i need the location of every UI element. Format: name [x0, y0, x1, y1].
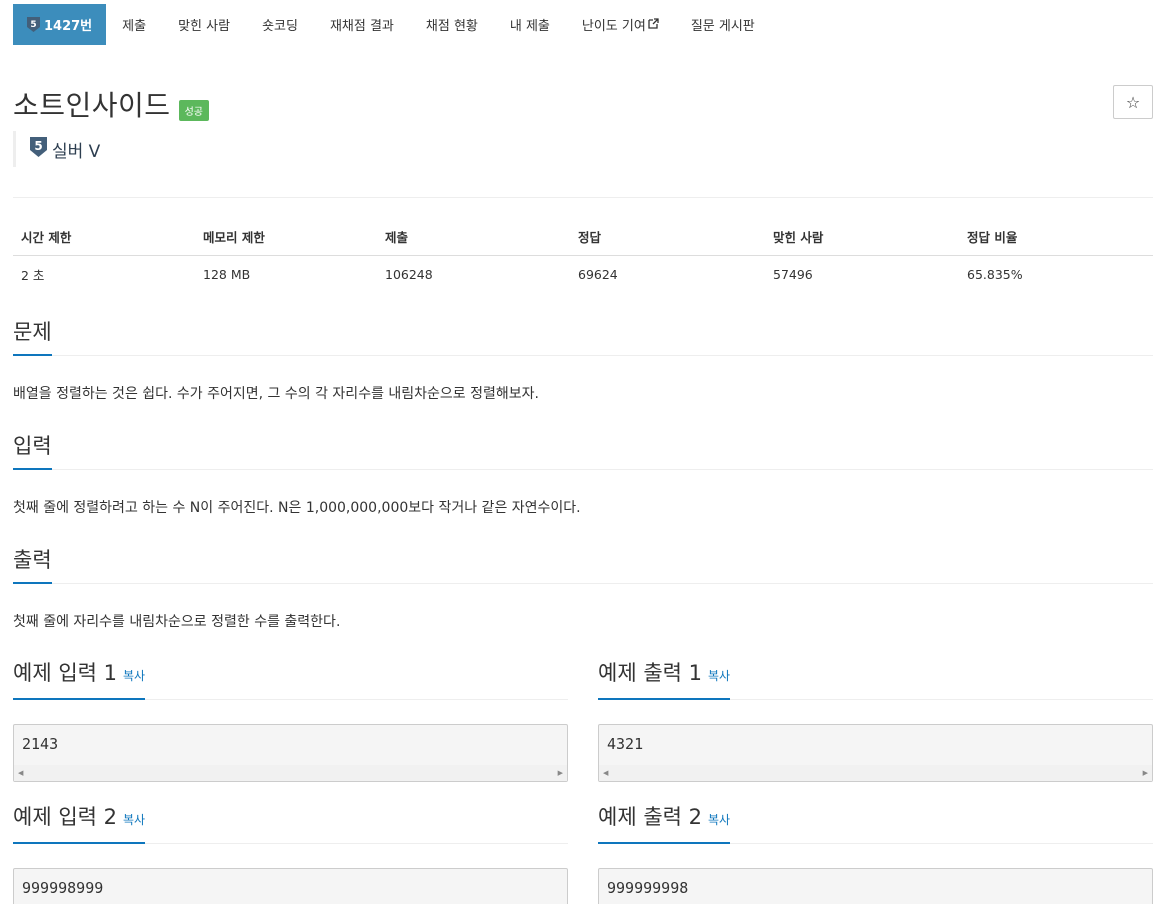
sample-input-1-label: 예제 입력 1: [13, 661, 117, 685]
scroll-right-icon[interactable]: ▶: [1143, 769, 1148, 777]
header-memory-limit: 메모리 제한: [195, 217, 377, 256]
divider: [13, 197, 1153, 198]
sample-output-1-box[interactable]: 4321 ◀ ▶: [598, 724, 1153, 782]
title-row: 소트인사이드 성공: [13, 84, 209, 124]
copy-button[interactable]: 복사: [123, 669, 145, 683]
value-submissions: 106248: [385, 267, 433, 282]
nav-difficulty-contribution[interactable]: 난이도 기여: [566, 4, 675, 45]
sample-output-2-title: 예제 출력 2 복사: [598, 804, 731, 844]
input-section: 입력 첫째 줄에 정렬하려고 하는 수 N이 주어진다. N은 1,000,00…: [13, 432, 1153, 518]
section-headline: 문제: [13, 318, 1153, 356]
horizontal-scrollbar[interactable]: ◀ ▶: [14, 765, 567, 781]
output-section: 출력 첫째 줄에 자리수를 내림차순으로 정렬한 수를 출력한다.: [13, 546, 1153, 632]
copy-button[interactable]: 복사: [708, 669, 730, 683]
tier-label[interactable]: 실버 V: [52, 137, 100, 162]
problem-menu: 5 1427번 제출 맞힌 사람 숏코딩 재채점 결과 채점 현황 내 제출 난…: [13, 4, 771, 45]
nav-submit[interactable]: 제출: [106, 4, 162, 45]
header-submissions: 제출: [377, 217, 570, 256]
nav-difficulty-label: 난이도 기여: [581, 19, 646, 34]
section-headline: 예제 입력 2 복사: [13, 804, 568, 844]
sample-output-2-label: 예제 출력 2: [598, 805, 702, 829]
sample-input-2-title: 예제 입력 2 복사: [13, 804, 146, 844]
sample-input-2-text: 999998999: [22, 879, 104, 897]
section-headline: 예제 출력 1 복사: [598, 660, 1153, 700]
section-headline: 출력: [13, 546, 1153, 584]
copy-button[interactable]: 복사: [708, 813, 730, 827]
bookmark-star-button[interactable]: ☆: [1113, 85, 1153, 119]
nav-short-coding[interactable]: 숏코딩: [246, 4, 314, 45]
input-description: 첫째 줄에 정렬하려고 하는 수 N이 주어진다. N은 1,000,000,0…: [13, 500, 581, 516]
nav-solved-users[interactable]: 맞힌 사람: [162, 4, 246, 45]
table-row: 2 초 128 MB 106248 69624 57496 65.835%: [13, 256, 1153, 294]
section-headline: 예제 입력 1 복사: [13, 660, 568, 700]
section-title-output: 출력: [13, 547, 52, 584]
svg-text:5: 5: [34, 139, 42, 153]
section-headline: 예제 출력 2 복사: [598, 804, 1153, 844]
section-headline: 입력: [13, 432, 1153, 470]
sample-input-1-text: 2143: [22, 735, 59, 753]
problem-info-table: 시간 제한 메모리 제한 제출 정답 맞힌 사람 정답 비율 2 초 128 M…: [13, 217, 1153, 293]
tier-block: 5 실버 V: [13, 131, 100, 167]
horizontal-scrollbar[interactable]: ◀ ▶: [599, 765, 1152, 781]
scroll-right-icon[interactable]: ▶: [558, 769, 563, 777]
sample-input-1-title: 예제 입력 1 복사: [13, 660, 146, 700]
output-description: 첫째 줄에 자리수를 내림차순으로 정렬한 수를 출력한다.: [13, 614, 341, 630]
nav-problem-number[interactable]: 5 1427번: [13, 4, 107, 45]
sample-output-2: 예제 출력 2 복사 999999998: [598, 804, 1153, 904]
value-accept-ratio: 65.835%: [967, 267, 1023, 282]
scroll-left-icon[interactable]: ◀: [18, 769, 23, 777]
problem-description-section: 문제 배열을 정렬하는 것은 쉽다. 수가 주어지면, 그 수의 각 자리수를 …: [13, 318, 1153, 404]
value-time-limit: 2 초: [21, 268, 45, 283]
sample-output-1: 예제 출력 1 복사 4321 ◀ ▶: [598, 660, 1153, 782]
sample-input-2: 예제 입력 2 복사 999998999: [13, 804, 568, 904]
problem-title: 소트인사이드: [13, 89, 171, 122]
header-solved-users: 맞힌 사람: [765, 217, 959, 256]
sample-input-1-box[interactable]: 2143 ◀ ▶: [13, 724, 568, 782]
sample-output-2-text: 999999998: [607, 879, 689, 897]
section-title-input: 입력: [13, 433, 52, 470]
star-icon: ☆: [1125, 92, 1141, 112]
nav-judge-status[interactable]: 채점 현황: [410, 4, 494, 45]
value-memory-limit: 128 MB: [203, 267, 251, 282]
header-accepted: 정답: [570, 217, 765, 256]
sample-output-2-box[interactable]: 999999998: [598, 868, 1153, 904]
header-time-limit: 시간 제한: [13, 217, 195, 256]
nav-question-board[interactable]: 질문 게시판: [675, 4, 771, 45]
sample-input-2-box[interactable]: 999998999: [13, 868, 568, 904]
section-title-problem: 문제: [13, 319, 52, 356]
table-header-row: 시간 제한 메모리 제한 제출 정답 맞힌 사람 정답 비율: [13, 217, 1153, 256]
sample-output-1-text: 4321: [607, 735, 644, 753]
nav-rejudge-results[interactable]: 재채점 결과: [314, 4, 410, 45]
copy-button[interactable]: 복사: [123, 813, 145, 827]
nav-problem-number-label: 1427번: [44, 19, 93, 34]
silver-tier-icon: 5: [27, 17, 40, 32]
sample-output-1-label: 예제 출력 1: [598, 661, 702, 685]
status-badge: 성공: [178, 99, 209, 121]
value-solved-users: 57496: [773, 267, 813, 282]
external-link-icon: [648, 17, 659, 32]
sample-output-1-title: 예제 출력 1 복사: [598, 660, 731, 700]
sample-input-2-label: 예제 입력 2: [13, 805, 117, 829]
scroll-left-icon[interactable]: ◀: [603, 769, 608, 777]
svg-text:5: 5: [30, 20, 36, 30]
sample-input-1: 예제 입력 1 복사 2143 ◀ ▶: [13, 660, 568, 782]
problem-description: 배열을 정렬하는 것은 쉽다. 수가 주어지면, 그 수의 각 자리수를 내림차…: [13, 386, 539, 402]
nav-my-submissions[interactable]: 내 제출: [494, 4, 566, 45]
header-accept-ratio: 정답 비율: [959, 217, 1153, 256]
silver-tier-icon: 5: [30, 137, 47, 161]
value-accepted: 69624: [578, 267, 618, 282]
